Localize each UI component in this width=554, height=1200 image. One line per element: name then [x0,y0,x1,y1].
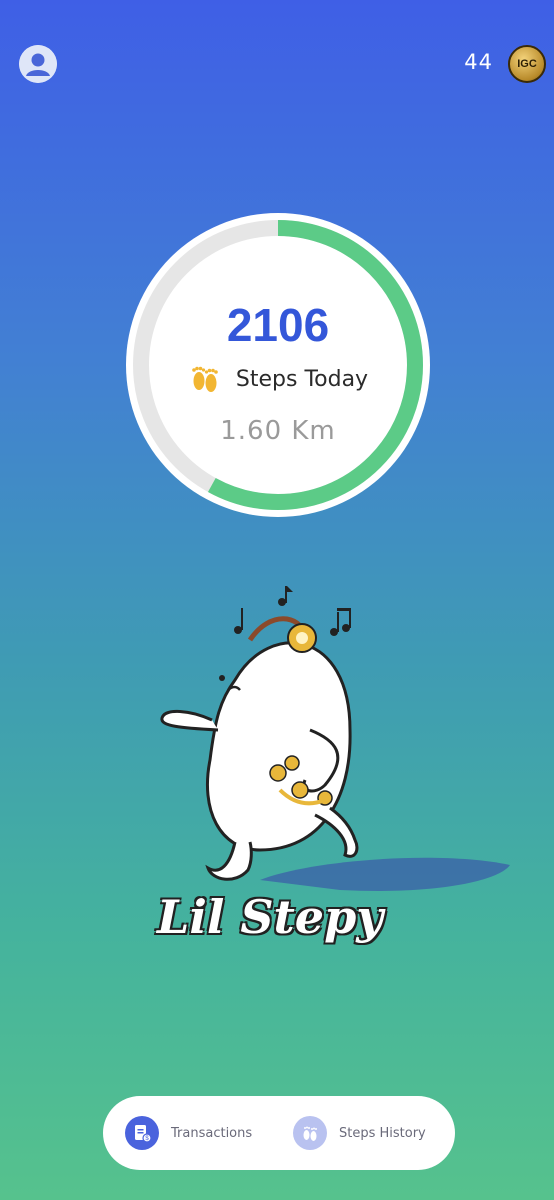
steps-history-label: Steps History [339,1125,426,1141]
profile-avatar-button[interactable] [19,45,57,83]
transactions-label: Transactions [171,1125,253,1141]
steps-history-button[interactable]: Steps History [293,1116,426,1150]
steps-today-label: Steps Today [235,366,369,392]
steps-label-row: Steps Today [125,362,431,396]
bottom-navigation: $ Transactions Steps History [103,1096,455,1170]
user-icon [19,45,57,83]
transactions-button[interactable]: $ Transactions [125,1116,252,1150]
mascot-title: Lil Stepy [157,890,383,944]
footprints-icon [293,1116,327,1150]
igc-coin-icon: IGC [508,45,546,83]
receipt-dollar-icon: $ [125,1116,159,1150]
footprints-icon [192,366,218,392]
steps-count: 2106 [226,299,330,351]
coin-balance: 44 [464,50,493,74]
steps-progress-ring: 2106 Steps Today 1.60 Km [125,212,431,518]
coin-icon-label: IGC [517,58,537,70]
distance-label: 1.60 Km [220,416,336,446]
